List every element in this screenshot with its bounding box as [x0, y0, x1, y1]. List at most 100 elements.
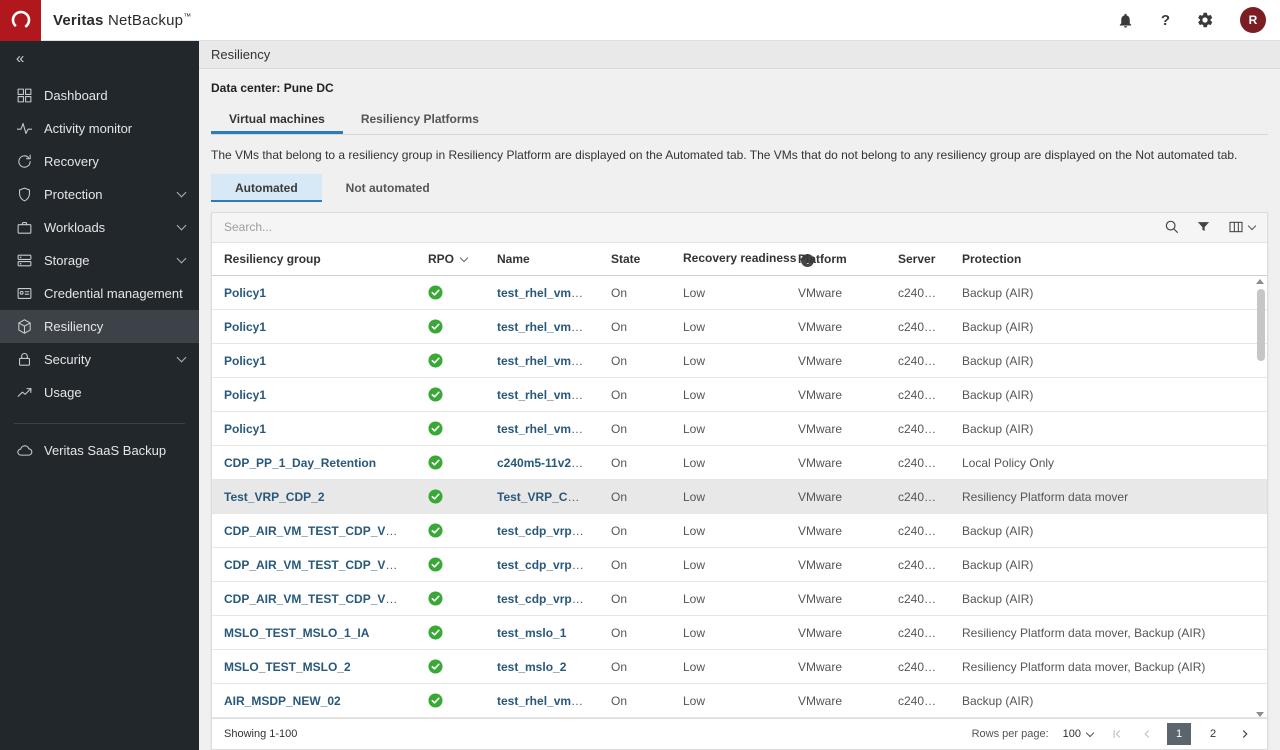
table-row[interactable]: CDP_AIR_VM_TEST_CDP_VRP_2_CD test_cdp_vr… — [212, 513, 1267, 548]
table-row[interactable]: Policy1 test_rhel_vm_4_cd On Low VMware … — [212, 411, 1267, 446]
page-2-button[interactable]: 2 — [1201, 723, 1225, 745]
sidebar-item-usage[interactable]: Usage — [0, 376, 199, 409]
table-row[interactable]: CDP_AIR_VM_TEST_CDP_VRP_4_CD test_cdp_vr… — [212, 547, 1267, 582]
tab-virtual-machines[interactable]: Virtual machines — [211, 107, 343, 134]
resiliency-group-link[interactable]: CDP_AIR_VM_TEST_CDP_VRP_4_CD — [224, 558, 416, 572]
resiliency-group-link[interactable]: CDP_AIR_VM_TEST_CDP_VRP_3_CD — [224, 592, 416, 606]
table-row[interactable]: AIR_MSDP_NEW_02 test_rhel_vm_ne... On Lo… — [212, 683, 1267, 718]
table-row[interactable]: CDP_AIR_VM_TEST_CDP_VRP_3_CD test_cdp_vr… — [212, 581, 1267, 616]
vm-name-link[interactable]: test_mslo_1 — [497, 626, 566, 640]
resiliency-group-link[interactable]: Policy1 — [224, 354, 266, 368]
vm-name-link[interactable]: test_cdp_vrp_3_cd — [497, 592, 599, 606]
sidebar-item-recovery[interactable]: Recovery — [0, 145, 199, 178]
col-header-resiliency-group[interactable]: Resiliency group — [212, 242, 416, 276]
resiliency-group-link[interactable]: CDP_PP_1_Day_Retention — [224, 456, 376, 470]
subtab-automated[interactable]: Automated — [211, 173, 322, 202]
sidebar-item-storage[interactable]: Storage — [0, 244, 199, 277]
scrollbar-thumb[interactable] — [1257, 288, 1265, 361]
sidebar-item-veritas-saas-backup[interactable]: Veritas SaaS Backup — [0, 434, 199, 467]
table-row[interactable]: MSLO_TEST_MSLO_1_IA test_mslo_1 On Low V… — [212, 615, 1267, 650]
col-header-recovery-readiness[interactable]: Recovery readiness i — [671, 242, 815, 276]
resiliency-group-cell: Policy1 — [212, 343, 416, 378]
platform-cell: VMware — [786, 649, 886, 684]
vm-name-link[interactable]: test_rhel_vm_4_cd — [497, 422, 599, 436]
resiliency-group-link[interactable]: AIR_MSDP_NEW_02 — [224, 694, 341, 708]
vm-name-link[interactable]: test_rhel_vm_0_cd — [497, 286, 599, 300]
search-input[interactable] — [224, 220, 1148, 234]
state-cell: On — [599, 479, 671, 514]
table-row[interactable]: CDP_PP_1_Day_Retention c240m5-11v22.v...… — [212, 445, 1267, 480]
scroll-up-arrow-icon[interactable] — [1256, 278, 1264, 284]
resiliency-group-link[interactable]: Policy1 — [224, 388, 266, 402]
col-header-rpo[interactable]: RPO — [416, 242, 485, 276]
vm-name-link[interactable]: Test_VRP_CDP_2 — [497, 490, 598, 504]
user-avatar[interactable]: R — [1240, 7, 1266, 33]
name-cell: test_rhel_vm_3_cd — [485, 309, 599, 344]
rpo-cell — [416, 479, 485, 514]
subtab-not-automated[interactable]: Not automated — [322, 174, 454, 202]
sidebar-item-dashboard[interactable]: Dashboard — [0, 79, 199, 112]
table-row[interactable]: Policy1 test_rhel_vm_0_cd On Low VMware … — [212, 275, 1267, 310]
notifications-bell-icon[interactable] — [1117, 11, 1135, 29]
sidebar-item-label: Dashboard — [44, 88, 108, 103]
server-cell: c240m5-11 — [886, 581, 950, 616]
col-header-name[interactable]: Name — [485, 242, 599, 276]
vm-name-link[interactable]: test_cdp_vrp_4_cd — [497, 558, 599, 572]
vm-name-link[interactable]: test_cdp_vrp_2_cd — [497, 524, 599, 538]
vm-name-link[interactable]: test_rhel_vm_3_cd — [497, 320, 599, 334]
search-icon[interactable] — [1164, 219, 1180, 235]
server-cell: c240m5-11 — [886, 479, 950, 514]
vm-name-link[interactable]: test_rhel_vm_1_cd — [497, 354, 599, 368]
help-icon[interactable]: ? — [1161, 12, 1170, 29]
column-settings-button[interactable] — [1228, 219, 1257, 235]
sidebar-item-credential-management[interactable]: Credential management — [0, 277, 199, 310]
resiliency-group-link[interactable]: Policy1 — [224, 320, 266, 334]
resiliency-group-link[interactable]: CDP_AIR_VM_TEST_CDP_VRP_2_CD — [224, 524, 416, 538]
table-row[interactable]: Test_VRP_CDP_2 Test_VRP_CDP_2 On Low VMw… — [212, 479, 1267, 514]
resiliency-group-link[interactable]: Policy1 — [224, 422, 266, 436]
vertical-scrollbar[interactable] — [1255, 277, 1266, 719]
sidebar-item-security[interactable]: Security — [0, 343, 199, 376]
table-row[interactable]: MSLO_TEST_MSLO_2 test_mslo_2 On Low VMwa… — [212, 649, 1267, 684]
protection-cell: Backup (AIR) — [950, 343, 1267, 378]
sidebar-item-workloads[interactable]: Workloads — [0, 211, 199, 244]
resiliency-group-link[interactable]: MSLO_TEST_MSLO_1_IA — [224, 626, 369, 640]
previous-page-button[interactable] — [1137, 723, 1157, 745]
page-1-button[interactable]: 1 — [1167, 723, 1191, 745]
resiliency-group-link[interactable]: Test_VRP_CDP_2 — [224, 490, 325, 504]
dashboard-icon — [17, 88, 32, 103]
table-row[interactable]: Policy1 test_rhel_vm_3_cd On Low VMware … — [212, 309, 1267, 344]
col-header-server[interactable]: Server — [886, 242, 950, 276]
sidebar-item-protection[interactable]: Protection — [0, 178, 199, 211]
sort-chevron-icon — [459, 253, 469, 262]
sidebar-item-label: Resiliency — [44, 319, 104, 334]
resiliency-group-cell: Test_VRP_CDP_2 — [212, 479, 416, 514]
vm-name-link[interactable]: c240m5-11v22.v... — [497, 456, 597, 470]
settings-gear-icon[interactable] — [1196, 11, 1214, 29]
shield-icon — [19, 187, 30, 202]
table-row[interactable]: Policy1 test_rhel_vm_1_cd On Low VMware … — [212, 343, 1267, 378]
brand-rest: NetBackup — [103, 11, 184, 29]
table-row[interactable]: Policy1 test_rhel_vm_2_cd On Low VMware … — [212, 377, 1267, 412]
resiliency-group-link[interactable]: MSLO_TEST_MSLO_2 — [224, 660, 351, 674]
resiliency-group-link[interactable]: Policy1 — [224, 286, 266, 300]
main-tabs: Virtual machines Resiliency Platforms — [211, 107, 1268, 135]
veritas-ring-icon — [11, 10, 30, 30]
next-page-button[interactable] — [1235, 723, 1255, 745]
resiliency-group-cell: CDP_AIR_VM_TEST_CDP_VRP_3_CD — [212, 581, 416, 616]
col-header-protection[interactable]: Protection — [950, 242, 1267, 276]
col-header-platform[interactable]: Platform — [786, 242, 886, 276]
col-header-state[interactable]: State — [599, 242, 671, 276]
server-cell: c240m5-11 — [886, 309, 950, 344]
tab-resiliency-platforms[interactable]: Resiliency Platforms — [343, 107, 497, 134]
scroll-down-arrow-icon[interactable] — [1256, 711, 1264, 717]
rows-per-page-select[interactable]: 100 — [1059, 726, 1097, 742]
vm-name-link[interactable]: test_rhel_vm_2_cd — [497, 388, 599, 402]
sidebar-collapse-button[interactable]: « — [0, 41, 199, 71]
first-page-button[interactable] — [1107, 723, 1127, 745]
sidebar-item-resiliency[interactable]: Resiliency — [0, 310, 199, 343]
filter-funnel-icon[interactable] — [1196, 219, 1212, 235]
sidebar-item-activity-monitor[interactable]: Activity monitor — [0, 112, 199, 145]
vm-name-link[interactable]: test_rhel_vm_ne... — [497, 694, 599, 708]
vm-name-link[interactable]: test_mslo_2 — [497, 660, 566, 674]
